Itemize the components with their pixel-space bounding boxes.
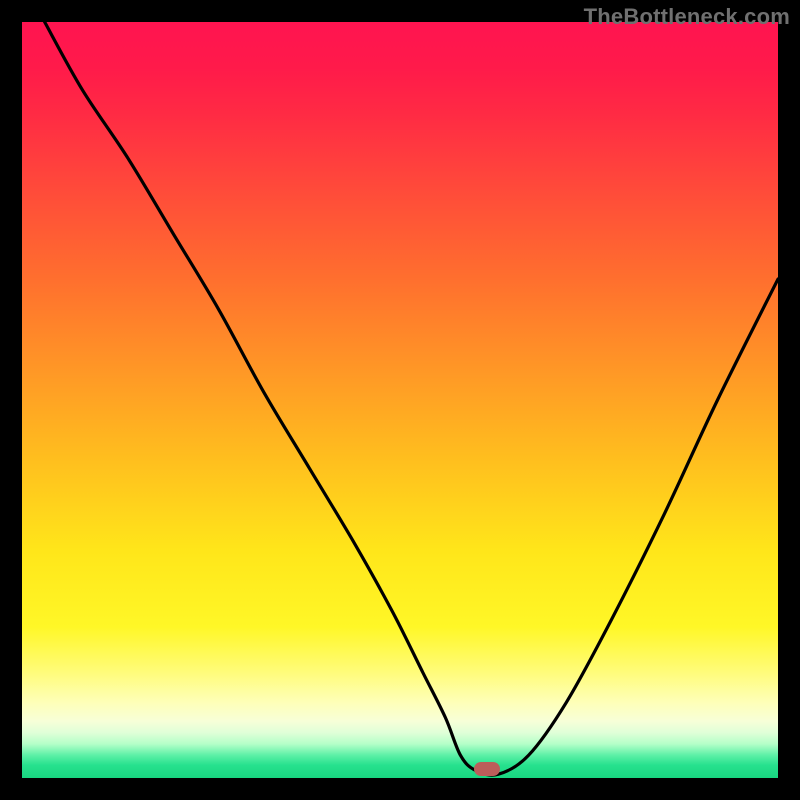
chart-frame: TheBottleneck.com — [0, 0, 800, 800]
bottleneck-curve — [22, 22, 778, 778]
optimum-marker — [474, 762, 500, 776]
watermark-text: TheBottleneck.com — [584, 4, 790, 30]
plot-area — [22, 22, 778, 778]
